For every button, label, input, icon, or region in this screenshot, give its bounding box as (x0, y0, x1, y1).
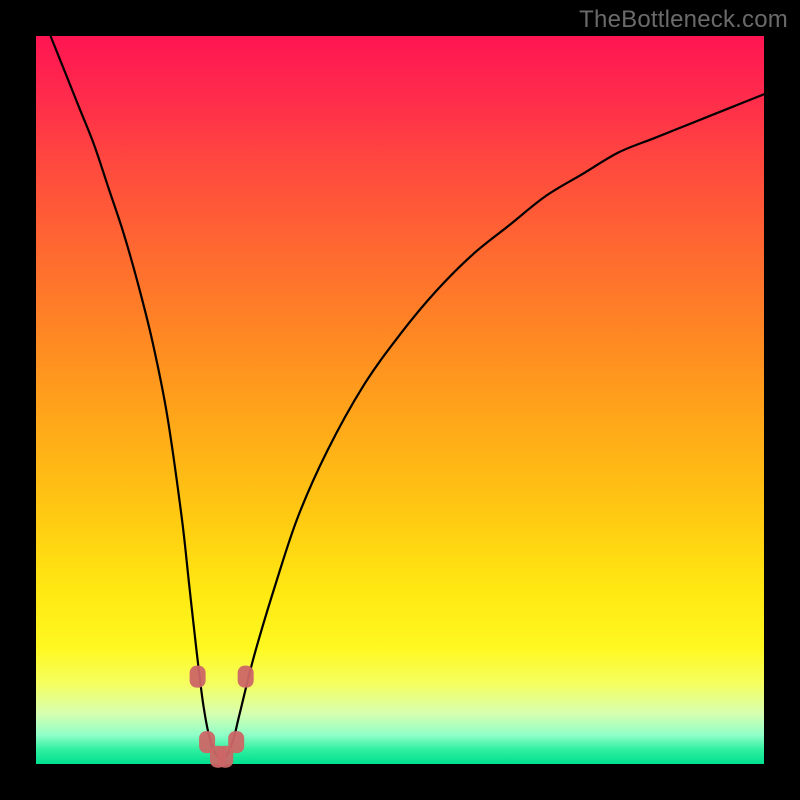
plot-area (36, 36, 764, 764)
curve-svg (36, 36, 764, 764)
curve-marker (190, 666, 206, 688)
curve-marker (238, 666, 254, 688)
watermark-text: TheBottleneck.com (579, 6, 788, 34)
curve-marker (217, 746, 233, 768)
bottleneck-curve (51, 36, 764, 759)
chart-stage: TheBottleneck.com (0, 0, 800, 800)
curve-markers (190, 666, 254, 768)
